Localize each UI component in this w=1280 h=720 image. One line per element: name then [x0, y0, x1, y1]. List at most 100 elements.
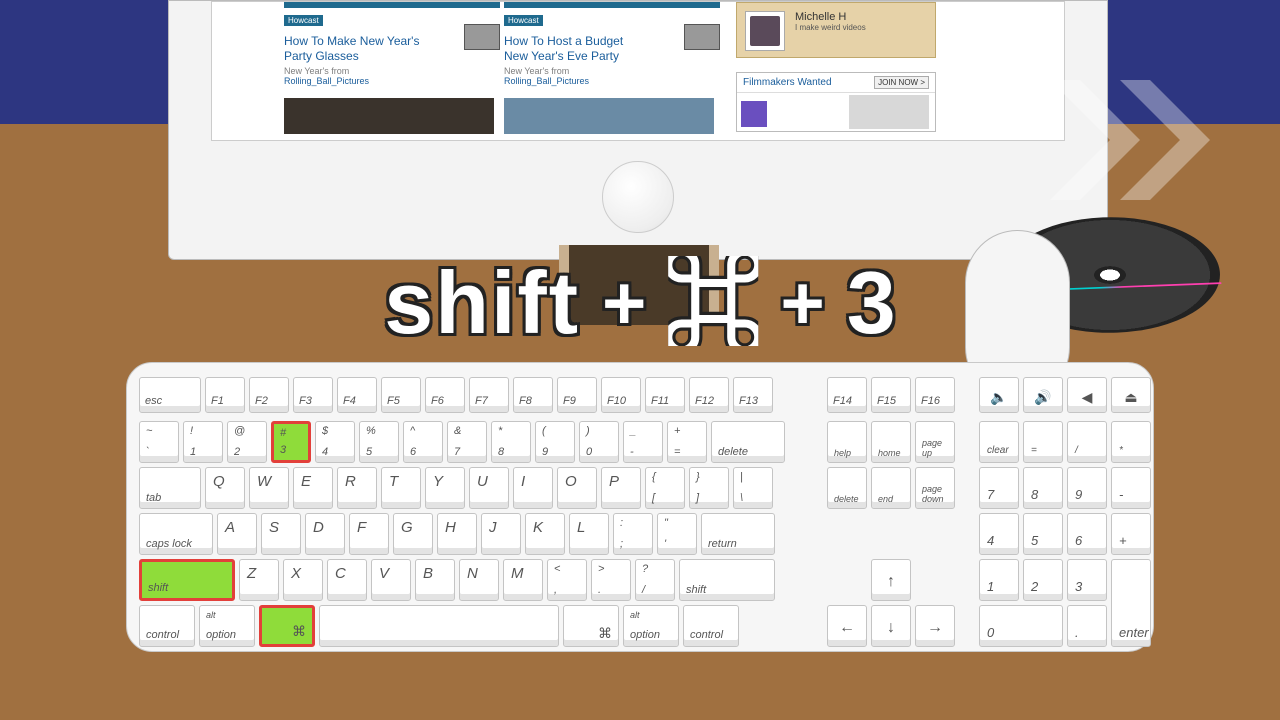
- author-link-2[interactable]: Rolling_Ball_Pictures: [504, 76, 589, 86]
- key-esc[interactable]: esc: [139, 377, 201, 413]
- key-tab[interactable]: tab: [139, 467, 201, 509]
- key-np-*[interactable]: *: [1111, 421, 1151, 463]
- key-control-right[interactable]: control: [683, 605, 739, 647]
- key--[interactable]: _-: [623, 421, 663, 463]
- key-np-8[interactable]: 8: [1023, 467, 1063, 509]
- key-w[interactable]: W: [249, 467, 289, 509]
- key-media-2[interactable]: ◀: [1067, 377, 1107, 413]
- key-7[interactable]: &7: [447, 421, 487, 463]
- key-e[interactable]: E: [293, 467, 333, 509]
- key-j[interactable]: J: [481, 513, 521, 555]
- key-np-1[interactable]: 1: [979, 559, 1019, 601]
- key-p[interactable]: P: [601, 467, 641, 509]
- key-np-6[interactable]: 6: [1067, 513, 1107, 555]
- key-m[interactable]: M: [503, 559, 543, 601]
- key-np-clear[interactable]: clear: [979, 421, 1019, 463]
- key-c[interactable]: C: [327, 559, 367, 601]
- key-np-+[interactable]: +: [1111, 513, 1151, 555]
- key-g[interactable]: G: [393, 513, 433, 555]
- key-np--[interactable]: -: [1111, 467, 1151, 509]
- user-card[interactable]: Michelle H I make weird videos: [736, 2, 936, 58]
- key-media-3[interactable]: ⏏: [1111, 377, 1151, 413]
- promo-button[interactable]: JOIN NOW >: [874, 76, 929, 89]
- key-end[interactable]: end: [871, 467, 911, 509]
- key-bracket[interactable]: {[: [645, 467, 685, 509]
- key-arrow-down[interactable]: ↓: [871, 605, 911, 647]
- key-x[interactable]: X: [283, 559, 323, 601]
- key-b[interactable]: B: [415, 559, 455, 601]
- key-f11[interactable]: F11: [645, 377, 685, 413]
- key-np-7[interactable]: 7: [979, 467, 1019, 509]
- key-z[interactable]: Z: [239, 559, 279, 601]
- key-f9[interactable]: F9: [557, 377, 597, 413]
- key-punct[interactable]: "': [657, 513, 697, 555]
- key-numpad-0[interactable]: 0: [979, 605, 1063, 647]
- key-f5[interactable]: F5: [381, 377, 421, 413]
- key-r[interactable]: R: [337, 467, 377, 509]
- key-arrow-left[interactable]: ←: [827, 605, 867, 647]
- key-2[interactable]: @2: [227, 421, 267, 463]
- video-title-2[interactable]: How To Host a Budget New Year's Eve Part…: [504, 34, 644, 64]
- key-delete[interactable]: delete: [827, 467, 867, 509]
- key-f16[interactable]: F16: [915, 377, 955, 413]
- key-s[interactable]: S: [261, 513, 301, 555]
- key-9[interactable]: (9: [535, 421, 575, 463]
- key-f12[interactable]: F12: [689, 377, 729, 413]
- key-np-/[interactable]: /: [1067, 421, 1107, 463]
- key-shift-left[interactable]: shift: [139, 559, 235, 601]
- key-numpad-enter[interactable]: enter: [1111, 559, 1151, 647]
- key-punct2[interactable]: <,: [547, 559, 587, 601]
- key-capslock[interactable]: caps lock: [139, 513, 213, 555]
- key-page-down[interactable]: page down: [915, 467, 955, 509]
- key-media-1[interactable]: 🔊: [1023, 377, 1063, 413]
- key-np-3[interactable]: 3: [1067, 559, 1107, 601]
- extra-thumb-2[interactable]: [504, 98, 714, 134]
- key-f13[interactable]: F13: [733, 377, 773, 413]
- key-o[interactable]: O: [557, 467, 597, 509]
- key-5[interactable]: %5: [359, 421, 399, 463]
- key-shift-right[interactable]: shift: [679, 559, 775, 601]
- key-f7[interactable]: F7: [469, 377, 509, 413]
- key-1[interactable]: !1: [183, 421, 223, 463]
- key-np-=[interactable]: =: [1023, 421, 1063, 463]
- key-return[interactable]: return: [701, 513, 775, 555]
- key-f[interactable]: F: [349, 513, 389, 555]
- key-command-left[interactable]: ⌘: [259, 605, 315, 647]
- key-np-9[interactable]: 9: [1067, 467, 1107, 509]
- key-command-right[interactable]: ⌘: [563, 605, 619, 647]
- key-page-up[interactable]: page up: [915, 421, 955, 463]
- key-control-left[interactable]: control: [139, 605, 195, 647]
- key-option-left[interactable]: altoption: [199, 605, 255, 647]
- key-spacebar[interactable]: [319, 605, 559, 647]
- key-0[interactable]: )0: [579, 421, 619, 463]
- key-d[interactable]: D: [305, 513, 345, 555]
- key-`[interactable]: ~`: [139, 421, 179, 463]
- key-np-5[interactable]: 5: [1023, 513, 1063, 555]
- key-f6[interactable]: F6: [425, 377, 465, 413]
- key-a[interactable]: A: [217, 513, 257, 555]
- key-f4[interactable]: F4: [337, 377, 377, 413]
- key-8[interactable]: *8: [491, 421, 531, 463]
- key-f10[interactable]: F10: [601, 377, 641, 413]
- key-delete[interactable]: delete: [711, 421, 785, 463]
- key-f1[interactable]: F1: [205, 377, 245, 413]
- key-q[interactable]: Q: [205, 467, 245, 509]
- author-link-1[interactable]: Rolling_Ball_Pictures: [284, 76, 369, 86]
- key-k[interactable]: K: [525, 513, 565, 555]
- key-h[interactable]: H: [437, 513, 477, 555]
- key-arrow-right[interactable]: →: [915, 605, 955, 647]
- key-4[interactable]: $4: [315, 421, 355, 463]
- key-=[interactable]: +=: [667, 421, 707, 463]
- extra-thumb-1[interactable]: [284, 98, 494, 134]
- key-y[interactable]: Y: [425, 467, 465, 509]
- key-arrow-up[interactable]: ↑: [871, 559, 911, 601]
- key-f8[interactable]: F8: [513, 377, 553, 413]
- key-np-2[interactable]: 2: [1023, 559, 1063, 601]
- key-6[interactable]: ^6: [403, 421, 443, 463]
- key-f14[interactable]: F14: [827, 377, 867, 413]
- key-u[interactable]: U: [469, 467, 509, 509]
- key-i[interactable]: I: [513, 467, 553, 509]
- key-media-0[interactable]: 🔈: [979, 377, 1019, 413]
- key-option-right[interactable]: altoption: [623, 605, 679, 647]
- key-bracket[interactable]: |\: [733, 467, 773, 509]
